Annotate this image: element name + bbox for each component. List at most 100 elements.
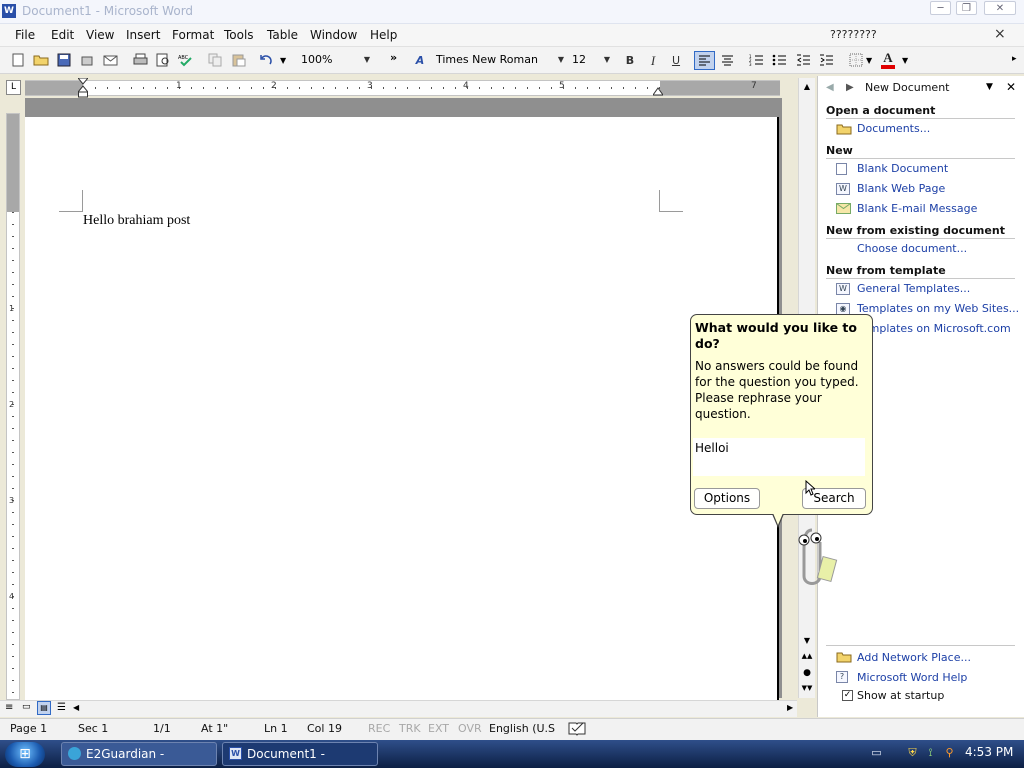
print-preview-icon[interactable] bbox=[155, 53, 171, 68]
choose-document-link[interactable]: Choose document... bbox=[857, 242, 967, 255]
help-icon: ? bbox=[836, 671, 848, 683]
blank-email-link[interactable]: Blank E-mail Message bbox=[857, 202, 977, 215]
italic-button[interactable]: I bbox=[645, 53, 661, 68]
numbering-icon[interactable]: 123 bbox=[748, 53, 764, 68]
font-combo[interactable]: Times New Roman ▼ bbox=[433, 51, 566, 70]
ruler-left-margin bbox=[25, 81, 83, 95]
menu-view[interactable]: View bbox=[86, 28, 114, 42]
permission-icon[interactable] bbox=[79, 53, 95, 68]
ask-question-box[interactable]: ???????? bbox=[830, 28, 980, 41]
minimize-button[interactable]: ─ bbox=[930, 1, 951, 15]
word-help-link[interactable]: Microsoft Word Help bbox=[857, 671, 967, 684]
clippy-assistant-icon[interactable] bbox=[790, 520, 840, 598]
undo-icon[interactable] bbox=[258, 53, 274, 68]
zoom-combo[interactable]: 100% ▼ bbox=[298, 51, 372, 70]
web-templates-link[interactable]: Templates on my Web Sites... bbox=[857, 302, 1019, 315]
keyboard-icon[interactable]: ▭ bbox=[870, 746, 883, 759]
previous-page-icon[interactable]: ▲▲ bbox=[800, 652, 814, 664]
forward-icon[interactable]: ▶ bbox=[846, 82, 854, 93]
status-ovr[interactable]: OVR bbox=[458, 722, 482, 735]
menu-insert[interactable]: Insert bbox=[126, 28, 160, 42]
status-trk[interactable]: TRK bbox=[399, 722, 421, 735]
scroll-down-button[interactable]: ▼ bbox=[800, 634, 814, 648]
taskbar-item-document1[interactable]: W Document1 - Micros... bbox=[222, 742, 378, 766]
taskbar-item-e2guardian[interactable]: E2Guardian - Access... bbox=[61, 742, 217, 766]
search-tray-icon[interactable]: ⚲ bbox=[943, 746, 956, 759]
new-document-icon[interactable] bbox=[10, 53, 26, 68]
status-ext[interactable]: EXT bbox=[428, 722, 449, 735]
font-color-dropdown-icon[interactable]: ▼ bbox=[902, 56, 908, 65]
menu-table[interactable]: Table bbox=[267, 28, 298, 42]
decrease-indent-icon[interactable] bbox=[795, 53, 811, 68]
right-indent-marker-icon[interactable] bbox=[652, 86, 664, 96]
save-icon[interactable] bbox=[56, 53, 72, 68]
spelling-icon[interactable]: ABC bbox=[178, 53, 194, 68]
general-templates-link[interactable]: General Templates... bbox=[857, 282, 970, 295]
assistant-question-input[interactable]: Helloi bbox=[693, 438, 865, 476]
open-folder-icon[interactable] bbox=[33, 53, 49, 68]
select-browse-object-icon[interactable]: ● bbox=[800, 668, 814, 680]
start-button[interactable]: ⊞ bbox=[5, 742, 45, 767]
align-left-button[interactable] bbox=[694, 51, 715, 70]
email-icon[interactable] bbox=[102, 53, 118, 68]
blank-web-page-link[interactable]: Blank Web Page bbox=[857, 182, 945, 195]
normal-view-icon[interactable]: ≡ bbox=[5, 702, 13, 713]
copy-icon[interactable] bbox=[207, 53, 223, 68]
web-layout-view-icon[interactable]: ▭ bbox=[22, 702, 31, 712]
network-icon[interactable]: ⟟ bbox=[924, 746, 937, 759]
align-center-icon[interactable] bbox=[719, 53, 735, 68]
styles-icon[interactable]: A bbox=[412, 53, 428, 68]
menu-format[interactable]: Format bbox=[172, 28, 214, 42]
menu-edit[interactable]: Edit bbox=[51, 28, 74, 42]
security-shield-icon[interactable]: ⛨ bbox=[906, 746, 919, 759]
chevron-down-icon[interactable]: ▼ bbox=[364, 51, 370, 68]
add-network-place-link[interactable]: Add Network Place... bbox=[857, 651, 971, 664]
word-app-icon[interactable]: W bbox=[2, 4, 16, 18]
assistant-options-button[interactable]: Options bbox=[694, 488, 760, 509]
task-pane-close-icon[interactable]: ✕ bbox=[1006, 80, 1016, 94]
show-at-startup-checkbox[interactable]: ✓ bbox=[842, 690, 853, 701]
toolbar-options-icon[interactable]: ▸ bbox=[1012, 54, 1017, 64]
close-document-icon[interactable]: × bbox=[994, 26, 1006, 42]
status-rec[interactable]: REC bbox=[368, 722, 390, 735]
title-bar: W Document1 - Microsoft Word ─ ❐ ✕ bbox=[0, 0, 1024, 24]
tab-selector[interactable]: L bbox=[6, 80, 21, 95]
spelling-status-icon[interactable] bbox=[568, 720, 586, 736]
microsoft-templates-link[interactable]: Templates on Microsoft.com bbox=[857, 322, 1011, 335]
outline-view-icon[interactable]: ☰ bbox=[57, 702, 66, 713]
font-size-combo[interactable]: 12 ▼ bbox=[569, 51, 612, 70]
toolbar-overflow-icon[interactable]: » bbox=[390, 51, 397, 64]
task-pane-menu-icon[interactable]: ▼ bbox=[986, 82, 993, 92]
close-button[interactable]: ✕ bbox=[984, 1, 1016, 15]
scroll-left-button[interactable]: ◀ bbox=[73, 703, 79, 712]
menu-help[interactable]: Help bbox=[370, 28, 397, 42]
bullets-icon[interactable] bbox=[771, 53, 787, 68]
chevron-down-icon[interactable]: ▼ bbox=[604, 51, 610, 68]
menu-file[interactable]: File bbox=[15, 28, 35, 42]
scroll-up-button[interactable]: ▲ bbox=[800, 80, 814, 94]
chevron-down-icon[interactable]: ▼ bbox=[558, 51, 564, 68]
print-layout-view-icon[interactable]: ▤ bbox=[37, 701, 51, 715]
document-text[interactable]: Hello brahiam post bbox=[83, 213, 190, 229]
print-icon[interactable] bbox=[132, 53, 148, 68]
menu-window[interactable]: Window bbox=[310, 28, 357, 42]
increase-indent-icon[interactable] bbox=[818, 53, 834, 68]
bold-button[interactable]: B bbox=[622, 53, 638, 68]
menu-tools[interactable]: Tools bbox=[224, 28, 254, 42]
documents-link[interactable]: Documents... bbox=[857, 122, 930, 135]
vertical-ruler-top-margin bbox=[7, 114, 19, 212]
maximize-button[interactable]: ❐ bbox=[956, 1, 977, 15]
undo-dropdown-icon[interactable]: ▼ bbox=[280, 56, 286, 65]
back-icon[interactable]: ◀ bbox=[826, 82, 834, 93]
paste-icon[interactable] bbox=[230, 53, 246, 68]
indent-marker-icon[interactable] bbox=[76, 77, 90, 98]
borders-dropdown-icon[interactable]: ▼ bbox=[866, 56, 872, 65]
font-color-button[interactable]: A bbox=[880, 50, 896, 69]
scroll-right-button[interactable]: ▶ bbox=[787, 703, 793, 712]
window-title: Document1 - Microsoft Word bbox=[22, 4, 194, 18]
borders-icon[interactable] bbox=[848, 53, 864, 68]
blank-document-link[interactable]: Blank Document bbox=[857, 162, 948, 175]
next-page-icon[interactable]: ▼▼ bbox=[800, 684, 814, 696]
horizontal-scrollbar[interactable] bbox=[0, 700, 797, 717]
underline-button[interactable]: U bbox=[668, 53, 684, 68]
